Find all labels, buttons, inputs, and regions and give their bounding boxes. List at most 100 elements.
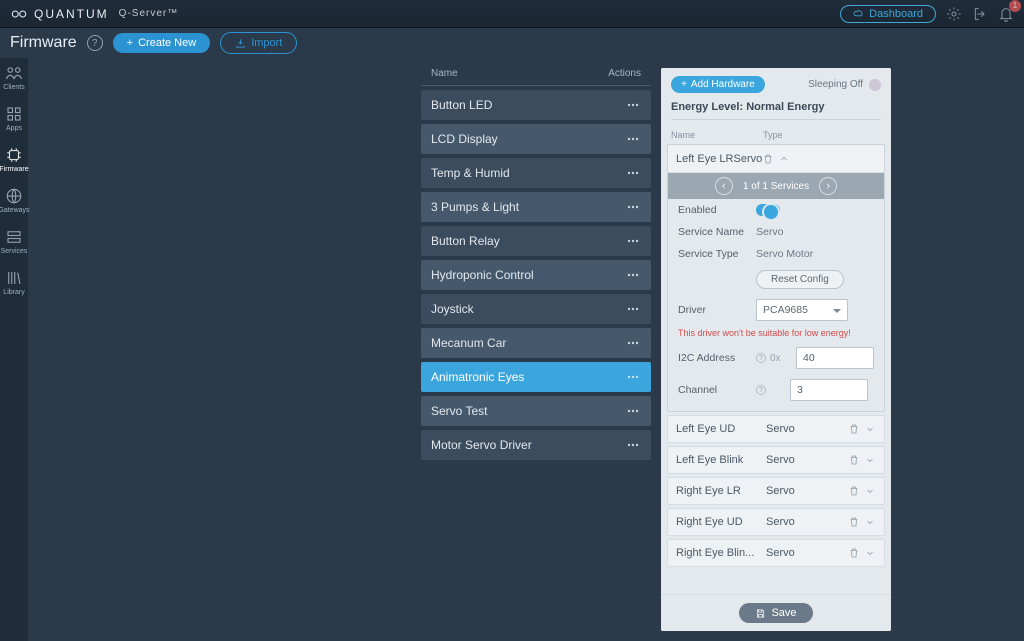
more-icon[interactable] [625, 301, 641, 317]
hardware-row[interactable]: Right Eye LRServo [667, 477, 885, 505]
more-icon[interactable] [625, 131, 641, 147]
energy-level: Energy Level: Normal Energy [671, 101, 881, 120]
chevron-down-icon[interactable] [864, 423, 876, 435]
reset-config-button[interactable]: Reset Config [756, 270, 844, 289]
trash-icon[interactable] [848, 454, 860, 466]
hw-name: Right Eye LR [676, 485, 766, 497]
more-icon[interactable] [625, 233, 641, 249]
chevron-down-icon[interactable] [864, 454, 876, 466]
nav-clients[interactable]: Clients [0, 64, 28, 91]
next-service-button[interactable] [819, 177, 837, 195]
trash-icon[interactable] [848, 423, 860, 435]
firmware-row[interactable]: Button LED [421, 90, 651, 120]
chevron-down-icon[interactable] [864, 547, 876, 559]
save-button[interactable]: Save [739, 603, 812, 623]
hw-name: Left Eye LR [676, 153, 733, 165]
nav-firmware[interactable]: Firmware [0, 146, 28, 173]
chevron-down-icon[interactable] [864, 485, 876, 497]
logo-icon [10, 5, 28, 23]
help-icon[interactable]: ? [756, 353, 766, 363]
nav-services[interactable]: Services [0, 228, 28, 255]
more-icon[interactable] [625, 369, 641, 385]
firmware-row-name: Button LED [431, 98, 625, 112]
divider [421, 85, 651, 86]
firmware-row-name: LCD Display [431, 132, 625, 146]
hardware-row[interactable]: Left Eye UDServo [667, 415, 885, 443]
more-icon[interactable] [625, 97, 641, 113]
hw-type: Servo [766, 516, 848, 528]
chevron-down-icon[interactable] [864, 516, 876, 528]
firmware-row-name: 3 Pumps & Light [431, 200, 625, 214]
notifications-icon[interactable]: 1 [998, 6, 1014, 22]
firmware-row-name: Motor Servo Driver [431, 438, 625, 452]
help-icon[interactable]: ? [756, 385, 766, 395]
import-button[interactable]: Import [220, 32, 297, 54]
create-new-button[interactable]: + Create New [113, 33, 211, 53]
firmware-row[interactable]: 3 Pumps & Light [421, 192, 651, 222]
more-icon[interactable] [625, 403, 641, 419]
more-icon[interactable] [625, 437, 641, 453]
hw-type: Servo [766, 547, 848, 559]
hardware-expanded: Left Eye LR Servo 1 of 1 Services Enable… [667, 144, 885, 412]
brand-logo: QUANTUM Q-Server™ [10, 5, 178, 23]
import-icon [235, 38, 246, 49]
trash-icon[interactable] [848, 547, 860, 559]
detail-columns-header: Name Type [661, 124, 891, 144]
hardware-row[interactable]: Right Eye Blin...Servo [667, 539, 885, 567]
hw-name: Left Eye Blink [676, 454, 766, 466]
detail-panel: +Add Hardware Sleeping Off Energy Level:… [661, 68, 891, 631]
save-icon [755, 608, 766, 619]
hardware-row[interactable]: Right Eye UDServo [667, 508, 885, 536]
services-bar: 1 of 1 Services [668, 173, 884, 199]
product-text: Q-Server™ [119, 8, 179, 19]
firmware-row-name: Joystick [431, 302, 625, 316]
more-icon[interactable] [625, 199, 641, 215]
hw-type: Servo [766, 423, 848, 435]
driver-warning: This driver won't be suitable for low en… [668, 326, 884, 342]
firmware-row[interactable]: Motor Servo Driver [421, 430, 651, 460]
trash-icon[interactable] [762, 153, 774, 165]
firmware-row-name: Animatronic Eyes [431, 370, 625, 384]
firmware-row[interactable]: Animatronic Eyes [421, 362, 651, 392]
firmware-row[interactable]: Mecanum Car [421, 328, 651, 358]
sleeping-toggle[interactable] [869, 79, 881, 91]
prev-service-button[interactable] [715, 177, 733, 195]
cloud-icon [853, 8, 864, 19]
firmware-row-name: Hydroponic Control [431, 268, 625, 282]
driver-select[interactable]: PCA9685 [756, 299, 848, 321]
firmware-row[interactable]: Temp & Humid [421, 158, 651, 188]
firmware-row[interactable]: Servo Test [421, 396, 651, 426]
nav-gateways[interactable]: Gateways [0, 187, 28, 214]
firmware-row[interactable]: Hydroponic Control [421, 260, 651, 290]
dashboard-button[interactable]: Dashboard [840, 5, 936, 23]
more-icon[interactable] [625, 267, 641, 283]
channel-input[interactable]: 3 [790, 379, 868, 401]
trash-icon[interactable] [848, 516, 860, 528]
service-type-value: Servo Motor [756, 248, 874, 260]
help-icon[interactable]: ? [87, 35, 103, 51]
nav-library[interactable]: Library [0, 269, 28, 296]
enabled-toggle[interactable] [756, 204, 780, 216]
hardware-row[interactable]: Left Eye BlinkServo [667, 446, 885, 474]
firmware-row[interactable]: LCD Display [421, 124, 651, 154]
plus-icon: + [127, 37, 133, 49]
collapse-icon[interactable] [778, 153, 790, 165]
firmware-list-panel: Name Actions Button LED LCD Display Temp &… [421, 68, 651, 631]
more-icon[interactable] [625, 335, 641, 351]
gear-icon[interactable] [946, 6, 962, 22]
sleeping-label: Sleeping Off [808, 79, 863, 90]
logout-icon[interactable] [972, 6, 988, 22]
left-nav: Clients Apps Firmware Gateways Services … [0, 58, 28, 641]
nav-apps[interactable]: Apps [0, 105, 28, 132]
firmware-row[interactable]: Joystick [421, 294, 651, 324]
firmware-row-name: Button Relay [431, 234, 625, 248]
firmware-row[interactable]: Button Relay [421, 226, 651, 256]
i2c-address-input[interactable]: 40 [796, 347, 874, 369]
top-bar: QUANTUM Q-Server™ Dashboard 1 [0, 0, 1024, 28]
hw-type: Servo [766, 485, 848, 497]
sub-header: Firmware ? + Create New Import [0, 28, 1024, 58]
add-hardware-button[interactable]: +Add Hardware [671, 76, 765, 93]
more-icon[interactable] [625, 165, 641, 181]
trash-icon[interactable] [848, 485, 860, 497]
firmware-list-header: Name Actions [421, 68, 651, 85]
